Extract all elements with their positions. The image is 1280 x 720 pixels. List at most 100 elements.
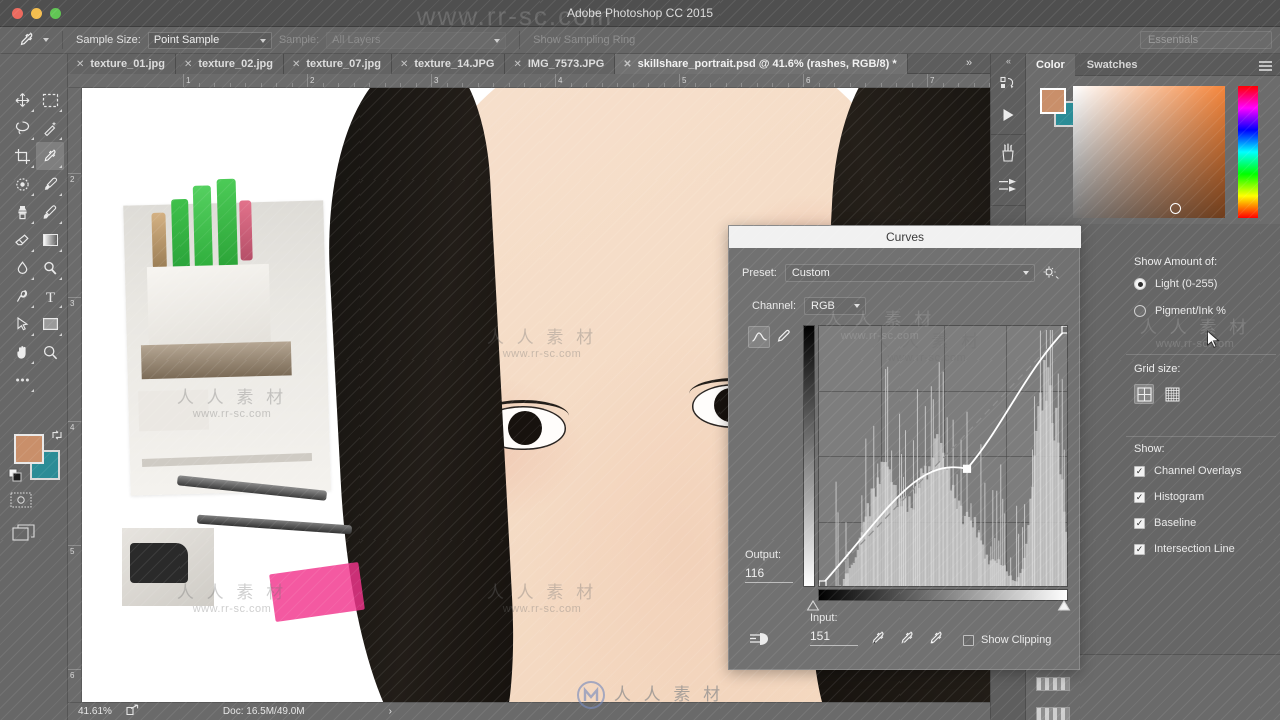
preset-options-icon[interactable]: [1043, 265, 1059, 282]
radio-button[interactable]: [1134, 278, 1146, 290]
show-amount-label: Show Amount of:: [1134, 256, 1218, 268]
close-tab-icon[interactable]: ✕: [292, 59, 300, 70]
tone-curve[interactable]: [819, 326, 1068, 587]
grid-quarter-icon[interactable]: [1134, 384, 1154, 404]
crop-tool[interactable]: [8, 142, 36, 170]
channel-label: Channel:: [752, 300, 797, 312]
curve-graph[interactable]: 人 人 素 材 www.rr-sc.com: [818, 325, 1068, 587]
gradient-tool[interactable]: [36, 226, 64, 254]
layer-thumbnail[interactable]: [1036, 677, 1070, 691]
tool-preset-chevron-icon[interactable]: [43, 38, 49, 42]
play-icon[interactable]: [999, 106, 1017, 127]
document-tab[interactable]: ✕ texture_01.jpg: [68, 54, 176, 74]
dodge-tool[interactable]: [36, 254, 64, 282]
close-tab-icon[interactable]: ✕: [76, 59, 84, 70]
color-field[interactable]: [1073, 86, 1225, 218]
set-gray-point-icon[interactable]: [899, 630, 916, 650]
history-brush-tool[interactable]: [36, 198, 64, 226]
sample-select[interactable]: All Layers: [326, 31, 507, 49]
panel-menu-icon[interactable]: [1258, 60, 1273, 75]
channel-select[interactable]: RGB: [804, 297, 867, 315]
close-tab-icon[interactable]: ✕: [623, 59, 631, 70]
panel-collapse-icon[interactable]: «: [991, 54, 1025, 68]
status-expand-button[interactable]: ›: [389, 706, 392, 717]
options-bar: Sample Size: Point Sample Sample: All La…: [0, 27, 1280, 54]
output-value-group: Output: 116: [745, 549, 799, 583]
document-tab[interactable]: ✕ skillshare_portrait.psd @ 41.6% (rashes…: [615, 54, 908, 74]
white-point-slider[interactable]: [1057, 599, 1071, 614]
tabs-overflow-button[interactable]: »: [966, 57, 972, 69]
pencil-curve-tool-icon[interactable]: [774, 326, 796, 348]
hue-slider[interactable]: [1238, 86, 1258, 218]
path-selection-tool[interactable]: [8, 310, 36, 338]
default-colors-icon[interactable]: [8, 468, 22, 485]
document-tab[interactable]: ✕ IMG_7573.JPG: [505, 54, 616, 74]
show-option[interactable]: Channel Overlays: [1134, 465, 1274, 477]
workspace-switcher[interactable]: Essentials: [1140, 31, 1272, 49]
show-clipping-checkbox[interactable]: [963, 634, 974, 646]
edit-toolbar-tool[interactable]: [8, 366, 36, 394]
brushes-icon[interactable]: [998, 142, 1018, 167]
eraser-tool[interactable]: [8, 226, 36, 254]
show-option[interactable]: Intersection Line: [1134, 543, 1274, 555]
move-tool[interactable]: [8, 86, 36, 114]
lasso-tool[interactable]: [8, 114, 36, 142]
preset-select[interactable]: Custom: [784, 264, 1035, 282]
checkbox[interactable]: [1134, 517, 1145, 529]
ruler-tick: [803, 74, 804, 87]
show-option[interactable]: Histogram: [1134, 491, 1274, 503]
document-tab[interactable]: ✕ texture_02.jpg: [175, 54, 284, 74]
eyedropper-icon[interactable]: [18, 31, 36, 49]
brush-settings-icon[interactable]: [997, 177, 1019, 198]
sample-size-select[interactable]: Point Sample: [147, 31, 272, 49]
document-tab[interactable]: ✕ texture_07.jpg: [283, 54, 392, 74]
spot-healing-tool[interactable]: [8, 170, 36, 198]
input-value[interactable]: 151: [810, 629, 864, 644]
swap-colors-icon[interactable]: [50, 428, 64, 445]
radio-button[interactable]: [1134, 305, 1146, 317]
panel-tab-color[interactable]: Color: [1026, 53, 1075, 76]
type-tool[interactable]: T: [36, 282, 64, 310]
pen-tool[interactable]: [8, 282, 36, 310]
foreground-color-swatch[interactable]: [14, 434, 44, 464]
layer-thumbnail[interactable]: [1036, 707, 1070, 720]
grid-tenth-icon[interactable]: [1162, 384, 1182, 404]
eyedropper-tool[interactable]: [36, 142, 64, 170]
show-amount-option[interactable]: Pigment/Ink %: [1134, 305, 1270, 317]
smooth-curve-icon[interactable]: [748, 630, 770, 651]
set-black-point-icon[interactable]: [870, 630, 887, 650]
blur-tool[interactable]: [8, 254, 36, 282]
checkbox[interactable]: [1134, 543, 1145, 555]
checkbox[interactable]: [1134, 491, 1145, 503]
history-icon[interactable]: [999, 75, 1017, 96]
zoom-level[interactable]: 41.61%: [78, 706, 112, 717]
close-tab-icon[interactable]: ✕: [400, 59, 408, 70]
show-option[interactable]: Baseline: [1134, 517, 1274, 529]
horizontal-ruler[interactable]: 1 2 3 4 5 6 7: [68, 74, 990, 88]
show-amount-option[interactable]: Light (0-255): [1134, 278, 1270, 290]
hand-tool[interactable]: [8, 338, 36, 366]
marquee-tool[interactable]: [36, 86, 64, 114]
clone-stamp-tool[interactable]: [8, 198, 36, 226]
curve-point-tool-icon[interactable]: [748, 326, 770, 348]
share-icon[interactable]: [126, 704, 139, 719]
close-tab-icon[interactable]: ✕: [184, 59, 192, 70]
rectangle-tool[interactable]: [36, 310, 64, 338]
checkbox[interactable]: [1134, 465, 1145, 477]
close-tab-icon[interactable]: ✕: [513, 59, 521, 70]
brush-tool[interactable]: [36, 170, 64, 198]
quick-mask-icon[interactable]: [10, 492, 32, 511]
quick-selection-tool[interactable]: [36, 114, 64, 142]
show-clipping-row[interactable]: Show Clipping: [963, 634, 1051, 646]
document-tab[interactable]: ✕ texture_14.JPG: [391, 54, 506, 74]
tool-more-triangle-icon: [59, 165, 62, 168]
color-panel-foreground-swatch[interactable]: [1040, 88, 1066, 114]
show-sampling-ring-label[interactable]: Show Sampling Ring: [533, 34, 635, 46]
output-value[interactable]: 116: [745, 566, 799, 581]
panel-tab-swatches[interactable]: Swatches: [1077, 54, 1148, 76]
chevron-down-icon: [259, 38, 266, 43]
screen-mode-icon[interactable]: [12, 524, 36, 545]
set-white-point-icon[interactable]: [928, 630, 945, 650]
vertical-ruler[interactable]: 2 3 4 5 6: [68, 88, 82, 702]
zoom-tool[interactable]: [36, 338, 64, 366]
